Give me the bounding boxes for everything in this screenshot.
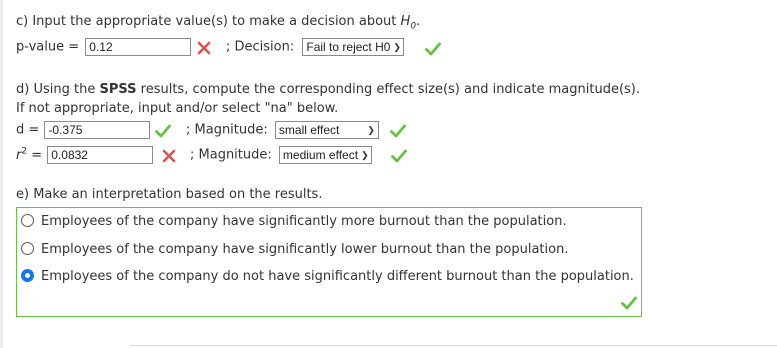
- d-magnitude-select[interactable]: small effect ❯: [274, 121, 379, 139]
- decision-select-value: Fail to reject H0: [306, 40, 391, 54]
- x-icon: [197, 41, 211, 55]
- interpretation-option-3[interactable]: Employees of the company do not have sig…: [21, 269, 634, 284]
- interpretation-option-2[interactable]: Employees of the company have significan…: [21, 242, 568, 257]
- r2-label-eq: =: [31, 147, 43, 163]
- section-d-title: d) Using the SPSS results, compute the c…: [16, 82, 640, 97]
- interpretation-option-1[interactable]: Employees of the company have significan…: [21, 214, 567, 229]
- check-icon: [425, 42, 441, 56]
- radio-button[interactable]: [21, 214, 34, 227]
- d-magnitude-label: ; Magnitude:: [186, 122, 268, 138]
- chevron-down-icon: ❯: [393, 42, 401, 52]
- pvalue-label: p-value =: [16, 39, 80, 55]
- r2-magnitude-label: ; Magnitude:: [190, 147, 272, 163]
- section-c-title-text: c) Input the appropriate value(s) to mak…: [16, 14, 397, 29]
- d-magnitude-row: ; Magnitude: small effect ❯: [186, 121, 379, 139]
- bottom-divider: [130, 345, 777, 346]
- r2-row: r2 = 0.0832: [16, 146, 154, 164]
- d-row: d = -0.375: [16, 121, 151, 139]
- section-d-title-bold: SPSS: [99, 82, 137, 97]
- d-magnitude-select-value: small effect: [278, 123, 340, 137]
- x-icon: [162, 149, 176, 163]
- r2-magnitude-row: ; Magnitude: medium effect ❯: [190, 146, 372, 164]
- r2-magnitude-select-value: medium effect: [282, 148, 359, 162]
- option-label: Employees of the company do not have sig…: [41, 269, 634, 284]
- interpretation-options: Employees of the company have significan…: [16, 207, 642, 317]
- left-rule: [0, 0, 3, 348]
- check-icon: [390, 124, 406, 138]
- section-d-title-pre: d) Using the: [16, 82, 96, 97]
- check-icon: [621, 296, 637, 310]
- radio-button[interactable]: [21, 242, 34, 255]
- section-e-title: e) Make an interpretation based on the r…: [16, 187, 323, 202]
- r2-input[interactable]: 0.0832: [47, 146, 154, 164]
- h0-trail: .: [416, 14, 421, 29]
- check-icon: [391, 149, 407, 163]
- r2-label-sup: 2: [21, 146, 28, 157]
- r2-label: r2 =: [16, 146, 43, 163]
- pvalue-input[interactable]: 0.12: [85, 38, 192, 56]
- chevron-down-icon: ❯: [367, 125, 375, 135]
- h0-symbol: H: [400, 14, 411, 29]
- option-label: Employees of the company have significan…: [41, 242, 569, 257]
- r2-magnitude-select[interactable]: medium effect ❯: [278, 146, 372, 164]
- d-label: d =: [16, 122, 40, 138]
- check-icon: [155, 124, 171, 138]
- option-label: Employees of the company have significan…: [41, 214, 567, 229]
- pvalue-row: p-value = 0.12: [16, 38, 192, 56]
- section-d-title-post: results, compute the corresponding effec…: [140, 82, 641, 97]
- decision-select[interactable]: Fail to reject H0 ❯: [302, 38, 404, 56]
- d-input[interactable]: -0.375: [44, 121, 151, 139]
- chevron-down-icon: ❯: [361, 150, 369, 160]
- radio-button-selected[interactable]: [21, 269, 34, 282]
- decision-label: ; Decision:: [226, 39, 295, 55]
- section-d-subtitle: If not appropriate, input and/or select …: [16, 101, 339, 116]
- section-c-title: c) Input the appropriate value(s) to mak…: [16, 14, 420, 32]
- decision-row: ; Decision: Fail to reject H0 ❯: [226, 38, 404, 56]
